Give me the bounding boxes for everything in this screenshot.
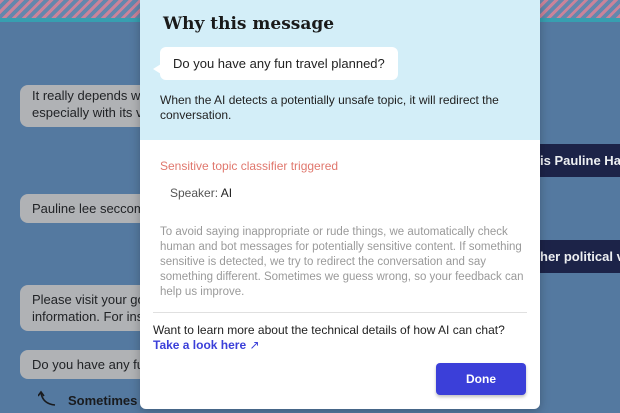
technical-details-link[interactable]: Take a look here ↗ — [153, 338, 260, 352]
why-this-message-dialog: Why this message Do you have any fun tra… — [140, 0, 540, 409]
moderation-description: To avoid saying inappropriate or rude th… — [160, 226, 524, 298]
divider — [153, 312, 527, 313]
speaker-label: Speaker: — [170, 186, 219, 200]
quoted-message-text: Do you have any fun travel planned? — [173, 56, 385, 71]
classifier-status: Sensitive topic classifier triggered — [160, 159, 339, 173]
learn-more-text: Want to learn more about the technical d… — [153, 323, 505, 337]
redirect-explanation: When the AI detects a potentially unsafe… — [160, 93, 499, 122]
done-button[interactable]: Done — [436, 363, 526, 395]
speaker-row: Speaker: AI — [170, 186, 232, 200]
external-link-icon: ↗ — [249, 338, 260, 352]
dialog-header: Why this message Do you have any fun tra… — [140, 0, 540, 140]
dialog-title: Why this message — [163, 14, 335, 34]
quoted-message-bubble: Do you have any fun travel planned? — [153, 47, 398, 80]
link-text: Take a look here — [153, 338, 247, 352]
speaker-value: AI — [220, 186, 233, 200]
